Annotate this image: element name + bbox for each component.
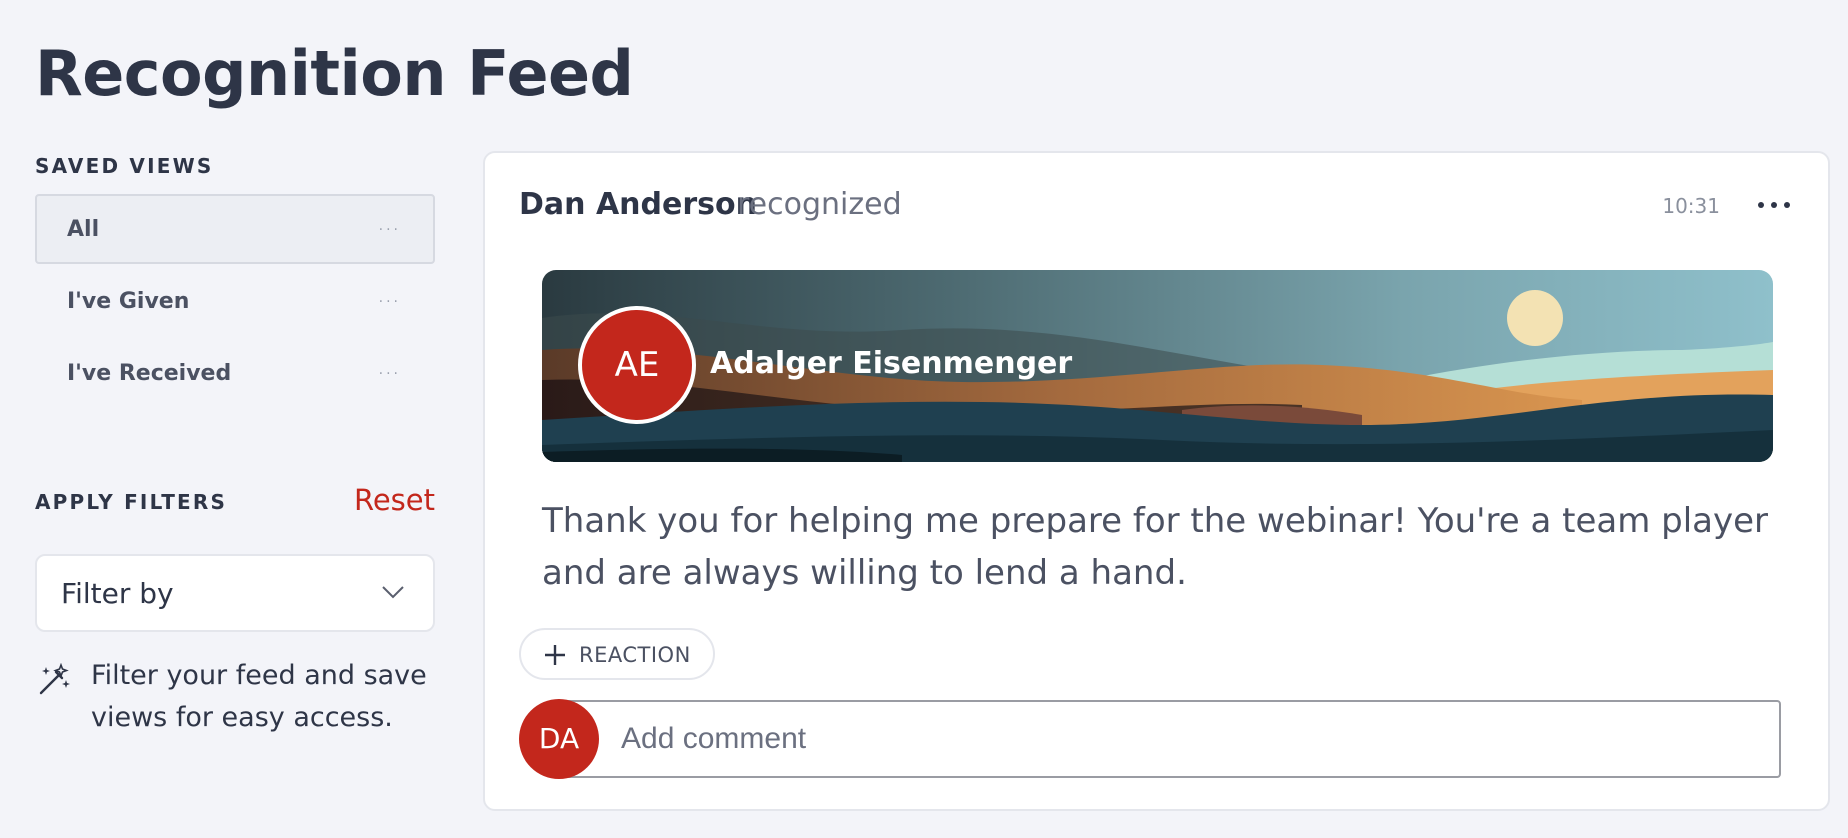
more-horizontal-icon[interactable] <box>1754 195 1794 215</box>
ellipsis-icon[interactable]: ··· <box>379 364 401 384</box>
apply-filters-heading: APPLY FILTERS <box>35 490 228 514</box>
recipient-name[interactable]: Adalger Eisenmenger <box>710 344 1072 384</box>
ellipsis-icon[interactable]: ··· <box>379 220 401 240</box>
saved-views-list: All ··· I've Given ··· I've Received ··· <box>35 194 435 408</box>
recognition-post-card: Dan Anderson recognized 10:31 AE Adalger… <box>483 151 1830 811</box>
chevron-down-icon <box>382 586 404 599</box>
reaction-label: REACTION <box>579 643 691 667</box>
sidebar: SAVED VIEWS All ··· I've Given ··· I've … <box>35 150 435 733</box>
magic-wand-icon <box>39 663 70 695</box>
recognition-feed-page: Recognition Feed SAVED VIEWS All ··· I'v… <box>0 0 1848 838</box>
giver-name[interactable]: Dan Anderson <box>519 183 757 227</box>
saved-view-label: I've Received <box>67 361 232 386</box>
recipient-banner: AE Adalger Eisenmenger <box>542 270 1773 462</box>
reset-filters-button[interactable]: Reset <box>354 480 435 520</box>
saved-view-ive-given[interactable]: I've Given ··· <box>35 266 435 336</box>
recognition-message: Thank you for helping me prepare for the… <box>542 501 1769 593</box>
post-header: Dan Anderson recognized 10:31 <box>519 183 1794 227</box>
recipient-avatar[interactable]: AE <box>578 306 696 424</box>
filters-header: APPLY FILTERS Reset <box>35 483 435 522</box>
ellipsis-icon[interactable]: ··· <box>379 292 401 312</box>
saved-views-heading: SAVED VIEWS <box>35 154 214 178</box>
comment-row: DA <box>519 699 1781 779</box>
saved-view-label: I've Given <box>67 289 190 314</box>
saved-view-all[interactable]: All ··· <box>35 194 435 264</box>
saved-view-ive-received[interactable]: I've Received ··· <box>35 338 435 408</box>
filter-by-label: Filter by <box>61 577 174 610</box>
add-reaction-button[interactable]: REACTION <box>519 628 715 680</box>
saved-view-label: All <box>67 217 100 242</box>
page-title: Recognition Feed <box>35 37 634 110</box>
post-action-text: recognized <box>737 187 902 222</box>
post-timestamp: 10:31 <box>1662 194 1720 218</box>
avatar: DA <box>519 699 599 779</box>
filter-by-select[interactable]: Filter by <box>35 554 435 632</box>
plus-icon <box>545 645 565 665</box>
add-comment-input[interactable] <box>559 700 1781 778</box>
filter-hint-text: Filter your feed and save views for easy… <box>91 660 427 733</box>
